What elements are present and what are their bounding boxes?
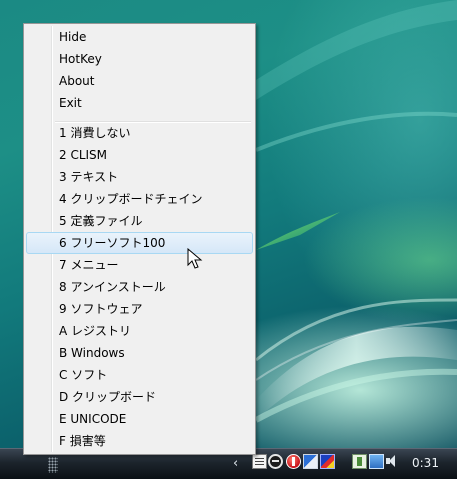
- menu-item-label: B Windows: [59, 346, 125, 360]
- tray-clock[interactable]: 0:31: [412, 455, 439, 471]
- menu-item-label: 6 フリーソフト100: [59, 236, 166, 250]
- menu-item-label: C ソフト: [59, 368, 108, 382]
- menu-item-category[interactable]: 9 ソフトウェア: [26, 298, 253, 320]
- menu-item-category[interactable]: 3 テキスト: [26, 166, 253, 188]
- menu-item-category[interactable]: 5 定義ファイル: [26, 210, 253, 232]
- menu-item-category[interactable]: 1 消費しない: [26, 122, 253, 144]
- menu-item-hide[interactable]: Hide: [26, 26, 253, 48]
- menu-item-hotkey[interactable]: HotKey: [26, 48, 253, 70]
- menu-item-label: HotKey: [59, 52, 102, 66]
- volume-icon[interactable]: [386, 454, 398, 469]
- menu-item-category[interactable]: 4 クリップボードチェイン: [26, 188, 253, 210]
- menu-item-category-highlighted[interactable]: 6 フリーソフト100: [26, 232, 253, 254]
- menu-item-label: 4 クリップボードチェイン: [59, 192, 203, 206]
- menu-item-label: 9 ソフトウェア: [59, 302, 143, 316]
- monitor-icon[interactable]: [369, 454, 384, 469]
- menu-item-label: 3 テキスト: [59, 170, 119, 184]
- menu-item-category[interactable]: C ソフト: [26, 364, 253, 386]
- menu-item-label: Exit: [59, 96, 82, 110]
- flag-icon[interactable]: [303, 454, 318, 469]
- menu-item-label: 8 アンインストール: [59, 280, 166, 294]
- menu-item-category[interactable]: 8 アンインストール: [26, 276, 253, 298]
- menu-item-label: About: [59, 74, 95, 88]
- menu-item-category[interactable]: A レジストリ: [26, 320, 253, 342]
- menu-item-category[interactable]: B Windows: [26, 342, 253, 364]
- menu-item-category[interactable]: E UNICODE: [26, 408, 253, 430]
- network-app-icon[interactable]: [320, 454, 335, 469]
- plug-icon[interactable]: [352, 454, 367, 469]
- menu-item-label: 1 消費しない: [59, 126, 131, 140]
- menu-item-label: E UNICODE: [59, 412, 127, 426]
- menu-item-label: 5 定義ファイル: [59, 214, 143, 228]
- red-app-icon[interactable]: [286, 454, 301, 469]
- menu-item-label: F 損害等: [59, 434, 106, 448]
- show-hidden-icons-chevron-icon[interactable]: ‹: [233, 455, 238, 473]
- menu-item-label: 7 メニュー: [59, 258, 119, 272]
- taskbar-gripper[interactable]: [48, 457, 58, 473]
- menu-item-category[interactable]: 7 メニュー: [26, 254, 253, 276]
- context-menu: Hide HotKey About Exit 1 消費しない 2 CLISM 3…: [23, 23, 256, 455]
- menu-item-label: D クリップボード: [59, 390, 157, 404]
- notepad-icon[interactable]: [252, 454, 267, 469]
- menu-item-category[interactable]: 2 CLISM: [26, 144, 253, 166]
- menu-item-exit[interactable]: Exit: [26, 92, 253, 114]
- menu-item-category[interactable]: F 損害等: [26, 430, 253, 452]
- mouse-pointer-icon: [187, 248, 203, 269]
- clock-app-icon[interactable]: [268, 454, 283, 469]
- menu-item-about[interactable]: About: [26, 70, 253, 92]
- menu-item-label: Hide: [59, 30, 87, 44]
- menu-item-label: A レジストリ: [59, 324, 132, 338]
- menu-item-category[interactable]: D クリップボード: [26, 386, 253, 408]
- menu-item-label: 2 CLISM: [59, 148, 108, 162]
